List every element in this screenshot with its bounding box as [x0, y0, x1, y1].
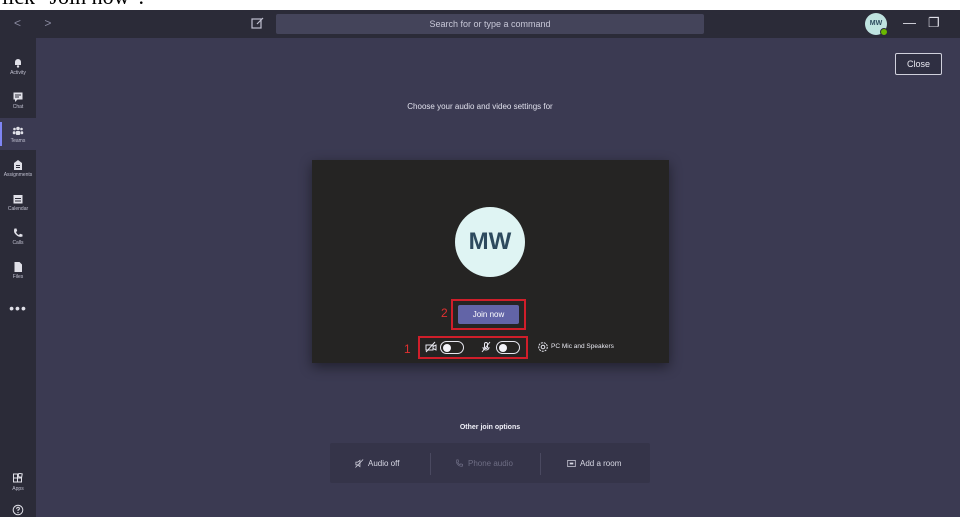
title-bar: < > Search for or type a command MW — ❐	[0, 10, 960, 38]
toggle-knob	[499, 343, 507, 352]
phone-icon	[456, 459, 464, 467]
profile-avatar[interactable]: MW	[865, 13, 888, 36]
assignments-icon	[14, 159, 22, 170]
page-heading: Choose your audio and video settings for	[407, 102, 553, 111]
annotation-number-2: 2	[441, 306, 448, 320]
join-now-button[interactable]: Join now	[458, 305, 519, 324]
chat-icon	[13, 92, 23, 102]
calendar-icon	[13, 194, 23, 203]
phone-icon	[14, 228, 23, 237]
audio-device-label[interactable]: PC Mic and Speakers	[551, 343, 614, 350]
app-rail: Activity Chat Teams Assignments Calendar…	[0, 38, 36, 517]
option-label: Phone audio	[468, 459, 513, 468]
camera-off-icon	[425, 341, 437, 353]
rail-item-chat[interactable]: Chat	[0, 84, 36, 116]
rail-item-assignments[interactable]: Assignments	[0, 152, 36, 184]
rail-label: Teams	[10, 137, 26, 144]
phone-audio-option[interactable]: Phone audio	[455, 459, 513, 468]
option-label: Add a room	[580, 459, 622, 468]
rail-item-apps[interactable]: Apps	[0, 466, 36, 498]
help-button[interactable]	[0, 500, 36, 517]
history-nav-arrows[interactable]: < >	[14, 16, 61, 30]
rail-item-calls[interactable]: Calls	[0, 220, 36, 252]
rail-label: Activity	[10, 69, 26, 76]
compose-icon[interactable]	[250, 15, 266, 31]
rail-label: Chat	[12, 103, 24, 110]
other-join-options-title: Other join options	[459, 424, 521, 431]
maximize-button[interactable]: ❐	[928, 15, 940, 31]
more-apps-button[interactable]: •••	[0, 300, 36, 316]
option-label: Audio off	[368, 459, 400, 468]
add-room-option[interactable]: Add a room	[567, 459, 621, 468]
rail-label: Files	[12, 273, 24, 280]
rail-item-files[interactable]: Files	[0, 254, 36, 286]
profile-initials: MW	[869, 20, 883, 27]
camera-toggle[interactable]	[440, 341, 464, 354]
rail-label: Calls	[12, 239, 24, 246]
rail-label: Assignments	[3, 171, 33, 178]
gear-icon[interactable]	[537, 341, 549, 353]
option-divider	[540, 453, 541, 475]
annotation-number-1: 1	[404, 342, 411, 356]
audio-off-option[interactable]: Audio off	[355, 459, 399, 468]
bell-icon	[15, 58, 21, 68]
toggle-knob	[443, 343, 451, 352]
help-icon	[12, 504, 24, 516]
mic-off-icon	[481, 341, 491, 353]
rail-label: Apps	[12, 485, 24, 492]
rail-item-activity[interactable]: Activity	[0, 50, 36, 82]
speaker-off-icon	[355, 459, 364, 468]
search-input[interactable]: Search for or type a command	[276, 14, 704, 34]
minimize-button[interactable]: —	[903, 15, 916, 30]
cast-icon	[567, 459, 576, 468]
file-icon	[14, 261, 22, 272]
apps-icon	[13, 472, 23, 482]
rail-item-calendar[interactable]: Calendar	[0, 186, 36, 218]
option-divider	[430, 453, 431, 475]
status-available-icon	[880, 28, 888, 36]
user-avatar: MW	[455, 207, 525, 277]
instruction-caption: lick "Join now".	[0, 0, 144, 10]
mic-toggle[interactable]	[496, 341, 520, 354]
close-button[interactable]: Close	[895, 53, 942, 75]
rail-label: Calendar	[7, 205, 29, 212]
teams-icon	[12, 126, 24, 135]
rail-item-teams[interactable]: Teams	[0, 118, 36, 150]
